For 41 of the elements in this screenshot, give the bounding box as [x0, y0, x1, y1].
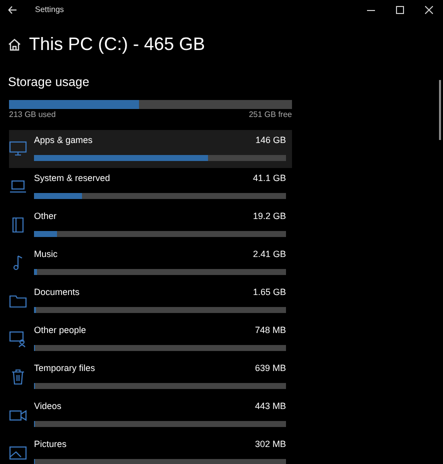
category-size: 639 MB: [254, 362, 286, 375]
page-title: This PC (C:) - 465 GB: [29, 33, 206, 55]
back-icon[interactable]: [8, 6, 17, 14]
category-name: Apps & games: [34, 134, 93, 147]
scrollbar[interactable]: [439, 80, 441, 140]
category-name: Music: [34, 248, 58, 261]
category-row[interactable]: Pictures 302 MB: [9, 434, 292, 464]
category-size: 41.1 GB: [252, 172, 286, 185]
home-icon[interactable]: [8, 38, 21, 50]
category-size: 302 MB: [254, 438, 286, 451]
close-icon[interactable]: [424, 6, 432, 14]
category-row[interactable]: Videos 443 MB: [9, 396, 292, 434]
monitor-icon: [9, 140, 27, 158]
person-screen-icon: [9, 330, 27, 348]
section-heading: Storage usage: [8, 74, 90, 91]
category-row[interactable]: Apps & games 146 GB: [9, 130, 292, 168]
category-name: Documents: [34, 286, 80, 299]
category-name: Videos: [34, 400, 62, 413]
category-size: 1.65 GB: [252, 286, 286, 299]
category-row[interactable]: Other people 748 MB: [9, 320, 292, 358]
category-name: Other people: [34, 324, 86, 337]
category-row[interactable]: Music 2.41 GB: [9, 244, 292, 282]
category-row[interactable]: System & reserved 41.1 GB: [9, 168, 292, 206]
category-size: 19.2 GB: [252, 210, 286, 223]
category-name: System & reserved: [34, 172, 110, 185]
picture-icon: [9, 444, 27, 462]
trash-icon: [9, 368, 27, 386]
free-label: 251 GB free: [248, 108, 292, 121]
category-row[interactable]: Other 19.2 GB: [9, 206, 292, 244]
window-title: Settings: [35, 4, 64, 16]
category-size: 146 GB: [255, 134, 286, 147]
category-name: Other: [34, 210, 57, 223]
category-size: 748 MB: [254, 324, 286, 337]
used-label: 213 GB used: [9, 108, 56, 121]
category-name: Temporary files: [34, 362, 96, 375]
category-name: Pictures: [34, 438, 67, 451]
category-size: 443 MB: [254, 400, 286, 413]
maximize-icon[interactable]: [396, 6, 404, 14]
category-size: 2.41 GB: [252, 248, 286, 261]
category-row[interactable]: Temporary files 639 MB: [9, 358, 292, 396]
category-row[interactable]: Documents 1.65 GB: [9, 282, 292, 320]
